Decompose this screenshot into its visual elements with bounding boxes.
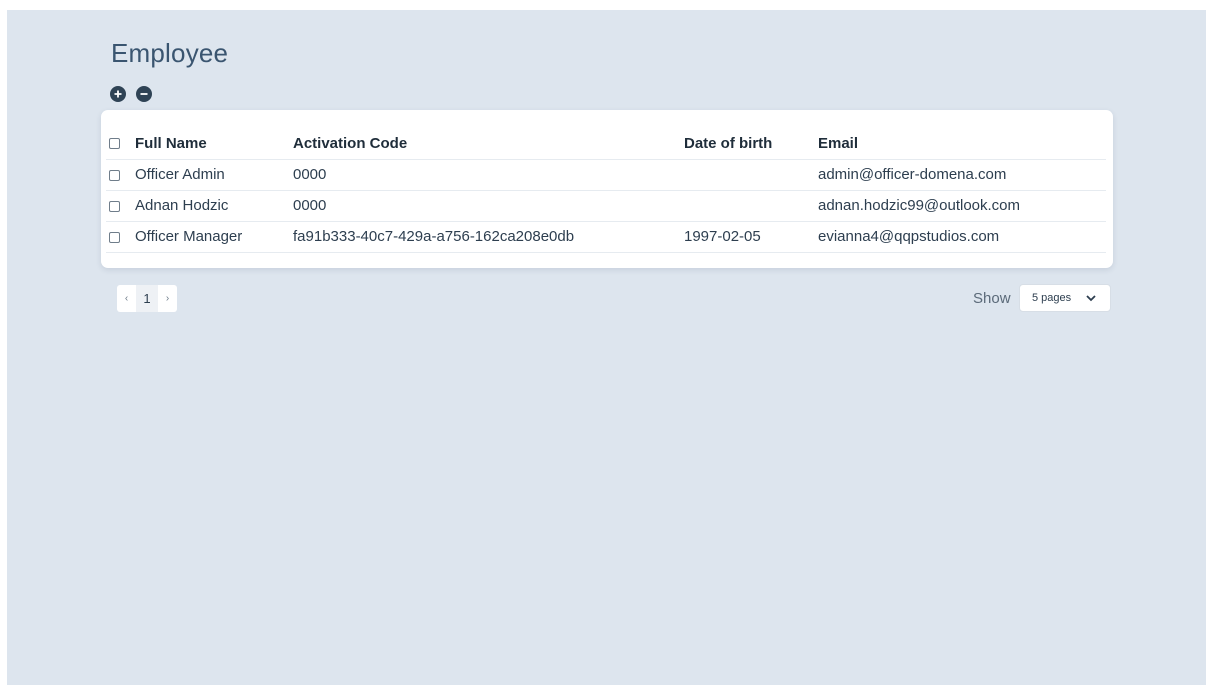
table-row[interactable]: Officer Manager fa91b333-40c7-429a-a756-… xyxy=(106,221,1106,253)
page-title: Employee xyxy=(111,38,229,68)
email-cell: adnan.hodzic99@outlook.com xyxy=(818,190,1106,222)
row-select-cell xyxy=(106,190,135,222)
email-cell: evianna4@qqpstudios.com xyxy=(818,221,1106,253)
employee-table-card: Full Name Activation Code Date of birth … xyxy=(101,110,1113,268)
full-name-cell: Officer Admin xyxy=(135,159,293,191)
row-checkbox[interactable] xyxy=(109,231,120,243)
pagination: ‹ 1 › xyxy=(117,285,177,312)
plus-circle-icon[interactable] xyxy=(110,86,126,102)
chevron-down-icon xyxy=(1086,295,1096,302)
table-row[interactable]: Officer Admin 0000 admin@officer-domena.… xyxy=(106,159,1106,191)
activation-code-cell: 0000 xyxy=(293,159,684,191)
row-checkbox[interactable] xyxy=(109,169,120,181)
row-checkbox[interactable] xyxy=(109,200,120,212)
table-header-row: Full Name Activation Code Date of birth … xyxy=(106,128,1106,160)
full-name-cell: Adnan Hodzic xyxy=(135,190,293,222)
page-size-select[interactable]: 5 pages xyxy=(1019,284,1111,312)
date-of-birth-cell xyxy=(684,190,818,222)
column-header-full-name[interactable]: Full Name xyxy=(135,128,293,160)
row-select-cell xyxy=(106,221,135,253)
select-all-cell xyxy=(106,128,135,160)
date-of-birth-cell: 1997-02-05 xyxy=(684,221,818,253)
page-1-button[interactable]: 1 xyxy=(136,285,158,312)
minus-circle-icon[interactable] xyxy=(136,86,152,102)
page-size-label: Show xyxy=(973,290,1011,307)
select-all-checkbox[interactable] xyxy=(109,138,120,150)
column-header-date-of-birth[interactable]: Date of birth xyxy=(684,128,818,160)
date-of-birth-cell xyxy=(684,159,818,191)
employee-table: Full Name Activation Code Date of birth … xyxy=(106,128,1106,253)
column-header-email[interactable]: Email xyxy=(818,128,1106,160)
row-select-cell xyxy=(106,159,135,191)
full-name-cell: Officer Manager xyxy=(135,221,293,253)
activation-code-cell: 0000 xyxy=(293,190,684,222)
table-row[interactable]: Adnan Hodzic 0000 adnan.hodzic99@outlook… xyxy=(106,190,1106,222)
activation-code-cell: fa91b333-40c7-429a-a756-162ca208e0db xyxy=(293,221,684,253)
page-size-selected-value: 5 pages xyxy=(1032,292,1072,304)
column-header-activation-code[interactable]: Activation Code xyxy=(293,128,684,160)
previous-page-button[interactable]: ‹ xyxy=(117,285,136,312)
next-page-button[interactable]: › xyxy=(158,285,177,312)
email-cell: admin@officer-domena.com xyxy=(818,159,1106,191)
